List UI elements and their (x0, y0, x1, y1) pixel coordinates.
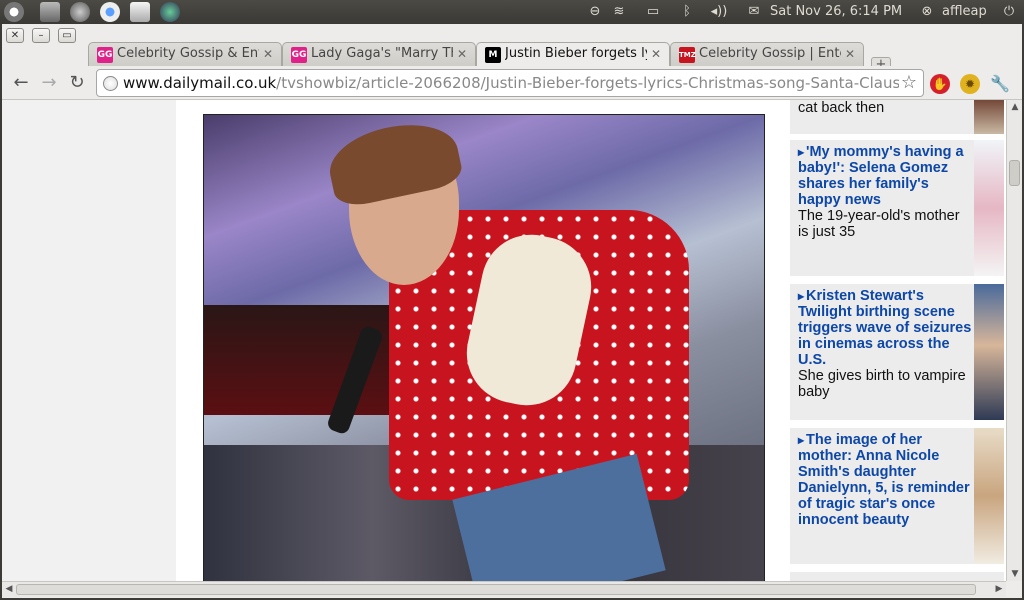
url-path: /tvshowbiz/article-2066208/Justin-Bieber… (276, 74, 899, 92)
page-viewport: cat back then 'My mommy's having a baby!… (2, 100, 1006, 581)
tab-close-icon[interactable]: ✕ (457, 47, 467, 61)
panel-username[interactable]: affleap (942, 3, 987, 21)
sidebar-item[interactable]: Kristen Stewart's Twilight birthing scen… (790, 284, 1004, 420)
forward-arrow-icon[interactable]: → (38, 72, 60, 94)
globe-icon (103, 76, 118, 91)
sidebar-item-subtext: She gives birth to vampire baby (798, 368, 966, 400)
vertical-scroll-thumb[interactable] (1009, 160, 1020, 186)
sidebar-item-headline[interactable]: The image of her mother: Anna Nicole Smi… (798, 432, 974, 528)
reload-icon[interactable]: ↻ (66, 72, 88, 94)
sidebar-thumbnail[interactable] (974, 428, 1004, 564)
gossip-favicon-icon: GG (291, 47, 307, 63)
tab-celebrity-gossip-1[interactable]: GG Celebrity Gossip & Ente ✕ (88, 42, 282, 66)
left-gutter (2, 100, 176, 581)
scroll-up-arrow-icon[interactable]: ▲ (1008, 100, 1022, 114)
sidebar-thumbnail[interactable] (974, 100, 1004, 134)
browser-toolbar: ← → ↻ www.dailymail.co.uk/tvshowbiz/arti… (2, 66, 1022, 100)
tab-title: Lady Gaga's "Marry The (311, 46, 453, 61)
wrench-menu-icon[interactable]: 🔧 (990, 74, 1010, 94)
sidebar-item-text: Kristen Stewart's Twilight birthing scen… (798, 288, 974, 400)
bluetooth-icon[interactable]: ᛒ (680, 3, 694, 21)
tmz-favicon-icon: TMZ (679, 47, 696, 63)
horizontal-scrollbar[interactable]: ◀ ▶ (2, 581, 1006, 597)
sidebar-thumbnail[interactable] (974, 284, 1004, 420)
mail-icon[interactable]: ✉ (744, 3, 764, 21)
user-status-icon[interactable]: ⊗ (918, 3, 936, 21)
dailymail-favicon-icon: M (485, 47, 501, 63)
top-panel: ⊖ ≋ ▭ ᛒ ◂)) ✉ Sat Nov 26, 6:14 PM ⊗ affl… (0, 0, 1024, 24)
power-icon[interactable]: ⏻ (1000, 3, 1018, 21)
browser-window: ✕ – ▭ GG Celebrity Gossip & Ente ✕ GG La… (2, 24, 1022, 598)
bookmark-star-icon[interactable]: ☆ (901, 72, 917, 93)
sidebar-item-text: cat back then (798, 100, 974, 116)
sidebar-item-text: 'My mommy's having a baby!': Selena Gome… (798, 144, 974, 240)
tab-close-icon[interactable]: ✕ (263, 47, 273, 61)
scroll-left-arrow-icon[interactable]: ◀ (2, 582, 16, 596)
tab-close-icon[interactable]: ✕ (845, 47, 855, 61)
url-text[interactable]: www.dailymail.co.uk/tvshowbiz/article-20… (123, 74, 899, 92)
article-column (176, 100, 774, 581)
wifi-icon[interactable]: ≋ (610, 3, 628, 21)
sidebar-item-headline[interactable]: 'My mommy's having a baby!': Selena Gome… (798, 144, 974, 208)
scroll-right-arrow-icon[interactable]: ▶ (992, 582, 1006, 596)
sidebar-item[interactable]: The image of her mother: Anna Nicole Smi… (790, 428, 1004, 564)
files-icon[interactable] (40, 2, 60, 22)
sidebar-item-headline[interactable]: Kristen Stewart's Twilight birthing scen… (798, 288, 974, 368)
busy-icon[interactable]: ⊖ (587, 3, 603, 21)
sidebar-item[interactable]: cat back then (790, 100, 1004, 134)
sidebar-item-subtext: The 19-year-old's mother is just 35 (798, 208, 960, 240)
url-host: www.dailymail.co.uk (123, 74, 277, 92)
scroll-down-arrow-icon[interactable]: ▼ (1008, 567, 1022, 581)
address-bar[interactable]: www.dailymail.co.uk/tvshowbiz/article-20… (96, 69, 924, 97)
network-icon[interactable] (160, 2, 180, 22)
tab-title: Celebrity Gossip & Ente (117, 46, 259, 61)
back-arrow-icon[interactable]: ← (10, 72, 32, 94)
sidebar-item-text: The image of her mother: Anna Nicole Smi… (798, 432, 974, 528)
tab-title: Justin Bieber forgets lyr (505, 46, 647, 61)
chromium-icon[interactable] (100, 2, 120, 22)
related-sidebar: cat back then 'My mommy's having a baby!… (774, 100, 1006, 581)
panel-clock[interactable]: Sat Nov 26, 6:14 PM (770, 3, 902, 21)
battery-icon[interactable]: ▭ (640, 3, 666, 21)
ubuntu-logo-icon[interactable] (4, 2, 24, 22)
extension-gear-icon[interactable]: ✹ (960, 74, 980, 94)
tab-strip: GG Celebrity Gossip & Ente ✕ GG Lady Gag… (2, 38, 1022, 73)
tab-title: Celebrity Gossip | Ente (699, 46, 841, 61)
vertical-scrollbar[interactable]: ▲ ▼ (1006, 100, 1022, 581)
gossip-favicon-icon: GG (97, 47, 113, 63)
adblock-icon[interactable]: ✋ (930, 74, 950, 94)
horizontal-scroll-thumb[interactable] (16, 584, 976, 595)
article-photo[interactable] (203, 114, 765, 581)
sidebar-item-subtext: cat back then (798, 100, 885, 116)
firefox-icon[interactable] (70, 2, 90, 22)
tab-lady-gaga[interactable]: GG Lady Gaga's "Marry The ✕ (282, 42, 476, 66)
tab-justin-bieber[interactable]: M Justin Bieber forgets lyr ✕ (476, 42, 670, 66)
sidebar-thumbnail[interactable] (974, 140, 1004, 276)
tab-celebrity-gossip-2[interactable]: TMZ Celebrity Gossip | Ente ✕ (670, 42, 864, 66)
volume-icon[interactable]: ◂)) (708, 3, 730, 21)
sidebar-item[interactable] (790, 572, 1004, 581)
tab-close-icon[interactable]: ✕ (651, 47, 661, 61)
text-editor-icon[interactable] (130, 2, 150, 22)
sidebar-item[interactable]: 'My mommy's having a baby!': Selena Gome… (790, 140, 1004, 276)
